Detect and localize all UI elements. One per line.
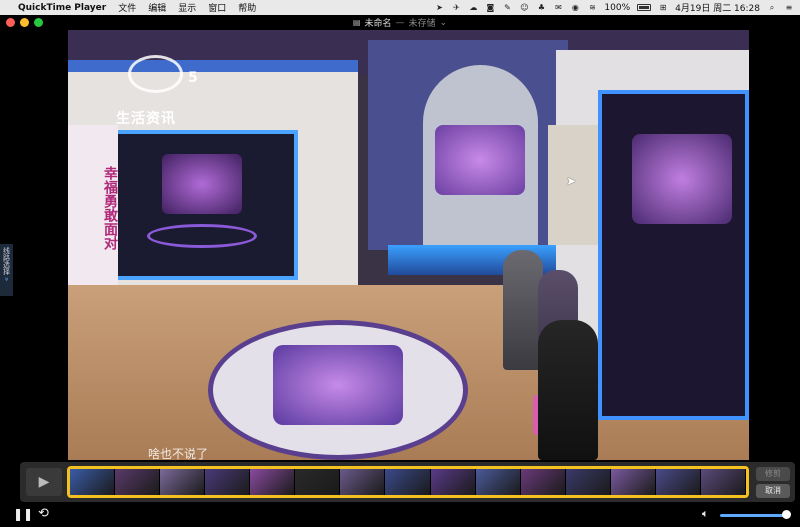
double-chevron-icon: » [2, 277, 11, 282]
window-separator: — [395, 17, 405, 28]
camera-icon[interactable]: ◙ [485, 3, 495, 13]
scene-host [503, 250, 543, 370]
channel-name: 生活资讯 [116, 111, 176, 127]
window-status[interactable]: 未存储 [409, 16, 436, 29]
filmstrip-thumbnail [430, 469, 476, 495]
menu-window[interactable]: 窗口 [208, 1, 226, 14]
filmstrip-thumbnail [205, 469, 251, 495]
volume-knob[interactable] [782, 510, 791, 519]
route-select-tab[interactable]: 线路选择 » [0, 244, 13, 296]
right-screen-logo [632, 134, 732, 224]
window-title-bar: ▤ 未命名 — 未存储 ⌄ [0, 15, 800, 30]
evernote-icon[interactable]: ✎ [502, 3, 512, 13]
scene-left-screen [103, 130, 298, 280]
status-area: ➤ ✈ ☁ ◙ ✎ ☺ ♣ ✉ ◉ ≋ 100% ⊞ 4月19日 周二 16:2… [434, 1, 800, 15]
fullscreen-button[interactable] [34, 18, 43, 27]
wifi-icon[interactable]: ≋ [587, 3, 597, 13]
minimize-button[interactable] [20, 18, 29, 27]
trim-filmstrip[interactable] [67, 466, 749, 498]
chevron-down-icon[interactable]: ⌄ [440, 18, 448, 28]
video-frame[interactable]: 5 生活资讯 幸福勇敢面对 啥也不说了 [68, 30, 749, 460]
filmstrip-thumbnail [655, 469, 701, 495]
scene-guest-man [538, 320, 598, 460]
play-button[interactable]: ▶ [26, 468, 62, 496]
loop-icon[interactable]: ⟲ [38, 506, 49, 521]
scene-blue-strip [68, 60, 358, 72]
circle-icon[interactable]: ◉ [570, 3, 580, 13]
route-select-label: 线路选择 [2, 247, 11, 275]
mail-icon[interactable]: ✉ [553, 3, 563, 13]
window-title[interactable]: 未命名 [364, 16, 391, 29]
clock[interactable]: 4月19日 周二 16:28 [675, 1, 760, 14]
filmstrip-thumbnail [610, 469, 656, 495]
filmstrip-thumbnail [700, 469, 746, 495]
battery-icon[interactable] [637, 4, 652, 11]
scene-right-screen [598, 90, 749, 420]
mouse-cursor-icon: ➤ [566, 174, 577, 188]
channel-number: 5 [188, 70, 198, 86]
filmstrip-thumbnail [115, 469, 161, 495]
airplane-icon[interactable]: ✈ [451, 3, 461, 13]
left-screen-ring [147, 224, 257, 248]
menu-edit[interactable]: 编辑 [148, 1, 166, 14]
penguin-icon[interactable]: ♣ [536, 3, 546, 13]
close-button[interactable] [6, 18, 15, 27]
notification-center-icon[interactable]: ≡ [784, 3, 794, 13]
document-icon: ▤ [352, 18, 361, 27]
volume-slider[interactable] [720, 514, 786, 517]
menu-view[interactable]: 显示 [178, 1, 196, 14]
subtitle-caption: 啥也不说了 [148, 447, 209, 460]
location-icon[interactable]: ➤ [434, 3, 444, 13]
filmstrip-thumbnail [340, 469, 386, 495]
filmstrip-thumbnail [385, 469, 431, 495]
app-name-menu[interactable]: QuickTime Player [18, 3, 106, 13]
filmstrip-thumbnail [475, 469, 521, 495]
pause-icon[interactable]: ❚❚ [13, 507, 33, 521]
input-method-icon[interactable]: ⊞ [658, 3, 668, 13]
traffic-lights [6, 18, 43, 27]
cloud-icon[interactable]: ☁ [468, 3, 478, 13]
menu-file[interactable]: 文件 [118, 1, 136, 14]
battery-percent: 100% [604, 2, 631, 13]
playback-bar: ❚❚ ⟲ 🔈︎ [0, 503, 800, 527]
wechat-icon[interactable]: ☺ [519, 3, 529, 13]
filmstrip-thumbnail [160, 469, 206, 495]
filmstrip-thumbnail [250, 469, 296, 495]
arch-logo [435, 125, 525, 195]
menu-help[interactable]: 帮助 [238, 1, 256, 14]
floor-logo-inner [273, 345, 403, 425]
scene-arch-door [423, 65, 538, 265]
scene-floor-logo [208, 320, 468, 460]
left-screen-logo [162, 154, 242, 214]
trim-control-bar: ▶ 修剪 取消 [20, 462, 795, 502]
filmstrip-thumbnail [520, 469, 566, 495]
trim-button[interactable]: 修剪 [756, 467, 790, 481]
filmstrip-thumbnail [295, 469, 341, 495]
filmstrip-thumbnail [70, 469, 116, 495]
filmstrip-thumbnail [565, 469, 611, 495]
channel-logo [128, 55, 183, 93]
volume-icon[interactable]: 🔈︎ [702, 507, 709, 521]
menu-bar: QuickTime Player 文件 编辑 显示 窗口 帮助 ➤ ✈ ☁ ◙ … [0, 0, 800, 15]
cancel-button[interactable]: 取消 [756, 484, 790, 498]
search-icon[interactable]: ⌕ [767, 3, 777, 13]
side-banner: 幸福勇敢面对 [68, 125, 118, 285]
